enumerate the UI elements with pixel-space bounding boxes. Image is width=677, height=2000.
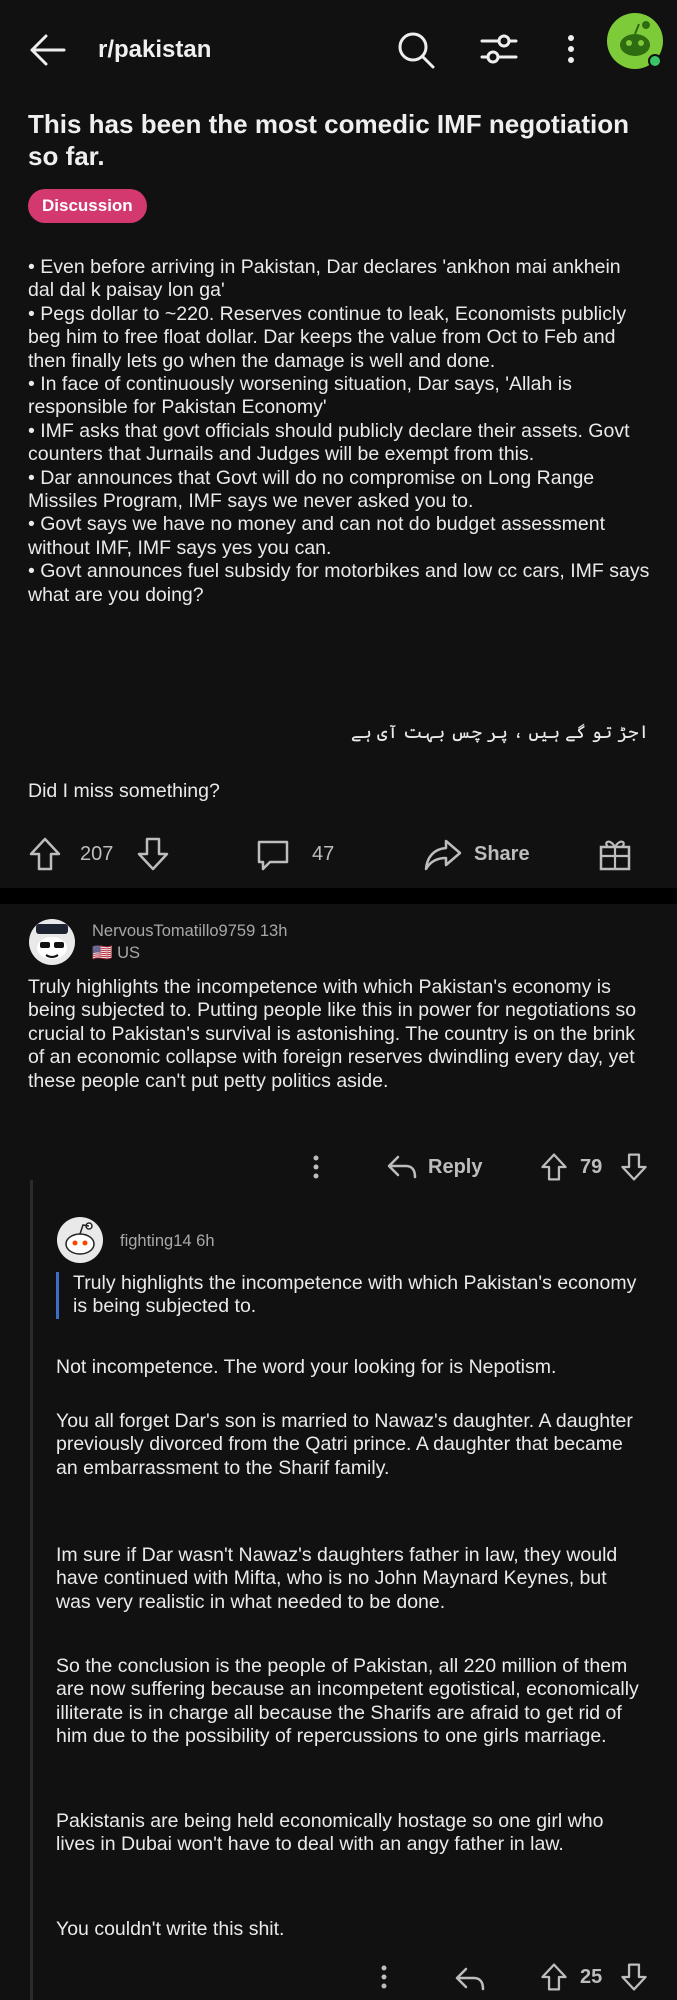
commenter-country: 🇺🇸 US [92, 944, 140, 963]
comment-author[interactable]: NervousTomatillo9759 [92, 922, 255, 940]
reply-username[interactable]: fighting14 6h [120, 1232, 215, 1251]
reply-icon[interactable] [386, 1154, 418, 1180]
more-vertical-icon[interactable] [566, 34, 576, 64]
reply-vote-count: 25 [580, 1966, 603, 1988]
post-body: • Even before arriving in Pakistan, Dar … [28, 256, 650, 606]
post-closing: Did I miss something? [28, 780, 220, 802]
reply-to-reply-icon[interactable] [454, 1966, 486, 1992]
comment-more-icon[interactable] [312, 1154, 320, 1180]
reply-paragraph-1: Not incompetence. The word your looking … [56, 1356, 557, 1378]
quoted-text: Truly highlights the incompetence with w… [56, 1272, 653, 1319]
share-icon[interactable] [424, 838, 462, 872]
back-arrow-icon[interactable] [28, 32, 68, 68]
post-vote-count: 207 [80, 843, 114, 865]
subreddit-name[interactable]: r/pakistan [98, 36, 211, 64]
reply-actions: 25 [0, 1952, 677, 2000]
reply-upvote-icon[interactable] [540, 1962, 568, 1992]
post-title[interactable]: This has been the most comedic IMF negot… [28, 108, 648, 172]
us-flag-icon: 🇺🇸 [92, 944, 113, 962]
commenter-avatar-icon[interactable] [28, 918, 76, 966]
reply-author[interactable]: fighting14 [120, 1232, 192, 1250]
post-urdu-line: اجڑ تو گے ہیں ، پر چس بہت آی ہے [350, 722, 649, 742]
post-actions: 207 47 Share [0, 826, 677, 886]
reply-paragraph-4: So the conclusion is the people of Pakis… [56, 1655, 645, 1748]
reply-more-icon[interactable] [380, 1964, 388, 1990]
share-label[interactable]: Share [474, 843, 530, 866]
reply-paragraph-2: You all forget Dar's son is married to N… [56, 1410, 639, 1479]
post-comment-count: 47 [312, 843, 335, 865]
thread-line[interactable] [30, 1180, 33, 2000]
top-bar: r/pakistan [0, 0, 677, 100]
reply-downvote-icon[interactable] [620, 1962, 648, 1992]
comment-downvote-icon[interactable] [620, 1152, 648, 1182]
comment-age: 13h [259, 922, 288, 940]
search-icon[interactable] [396, 30, 436, 70]
filter-icon[interactable] [480, 32, 518, 66]
award-icon[interactable] [598, 836, 632, 872]
snoo-avatar-icon[interactable] [56, 1216, 104, 1264]
reply-paragraph-3: Im sure if Dar wasn't Nawaz's daughters … [56, 1544, 623, 1613]
user-avatar-icon[interactable] [606, 12, 664, 70]
upvote-icon[interactable] [28, 836, 62, 872]
comment-actions: Reply 79 [0, 1140, 677, 1200]
country-label: US [117, 944, 141, 962]
post-flair[interactable]: Discussion [28, 189, 147, 223]
comment-body: Truly highlights the incompetence with w… [28, 976, 642, 1092]
reply-button[interactable]: Reply [428, 1156, 482, 1179]
comment-icon[interactable] [256, 838, 290, 872]
reply-paragraph-6: You couldn't write this shit. [56, 1918, 285, 1940]
reply-paragraph-5: Pakistanis are being held economically h… [56, 1810, 609, 1856]
comment-username[interactable]: NervousTomatillo9759 13h [92, 922, 287, 941]
reply-age: 6h [196, 1232, 215, 1250]
downvote-icon[interactable] [136, 836, 170, 872]
comment-vote-count: 79 [580, 1156, 603, 1178]
section-divider [0, 888, 677, 904]
comment-upvote-icon[interactable] [540, 1152, 568, 1182]
